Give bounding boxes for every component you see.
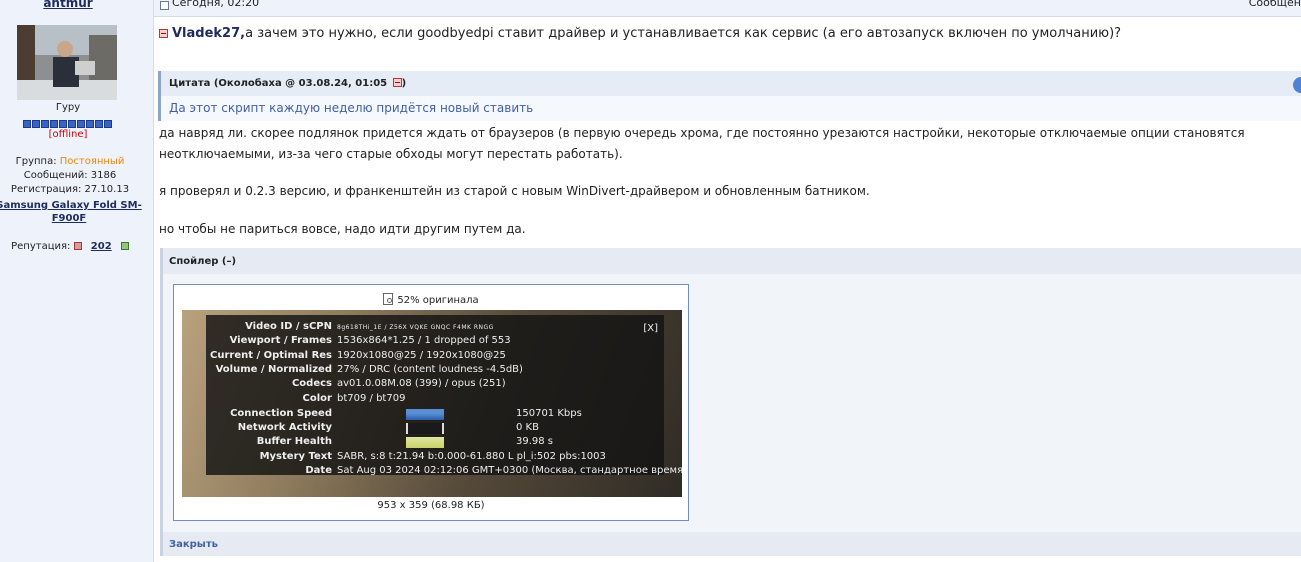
quote-block: Цитата (Околобаха @ 03.08.24, 01:05 ) Да…	[158, 71, 1301, 121]
stats-row: Date Sat Aug 03 2024 02:12:06 GMT+0300 (…	[206, 465, 682, 479]
avatar[interactable]	[17, 25, 117, 100]
post-paragraph-1: да навряд ли. скорее подлянок придется ж…	[159, 126, 1245, 161]
quote-source-icon[interactable]	[392, 78, 402, 87]
stats-label: Video ID / sCPN	[245, 321, 332, 332]
stats-label: Connection Speed	[230, 408, 332, 419]
post-paragraph-2: я проверял и 0.2.3 версию, и франкенштей…	[159, 184, 870, 198]
user-group: Группа: Постоянный	[0, 156, 140, 167]
user-device-link[interactable]: Samsung Galaxy Fold SM-F900F	[0, 199, 144, 225]
rep-minus-icon[interactable]	[73, 242, 82, 250]
rank-bar	[18, 117, 118, 128]
stats-value: 150701 Kbps	[516, 408, 582, 419]
stats-overlay: [X] Video ID / sCPN 8g618THi_1E / Z56X V…	[206, 315, 682, 476]
user-messages: Сообщений: 3186	[23, 170, 117, 181]
stats-row: Codecs av01.0.08M.08 (399) / opus (251)	[206, 378, 664, 392]
user-rank: Гуру	[55, 102, 81, 113]
user-registered: Регистрация: 27.10.13	[10, 184, 130, 195]
stats-row: Current / Optimal Res 1920x1080@25 / 192…	[206, 350, 664, 364]
stats-value: bt709 / bt709	[337, 393, 406, 404]
buffer-health-graph	[406, 437, 444, 448]
spoiler-toggle[interactable]: Спойлер (–)	[163, 248, 1301, 274]
stats-row: Connection Speed 150701 Kbps	[206, 408, 664, 422]
rep-value-link[interactable]: 202	[91, 241, 112, 252]
spoiler-close-link[interactable]: Закрыть	[163, 532, 1301, 556]
post-header: Сегодня, 02:20 Сообщен	[154, 0, 1301, 17]
quote-author: Цитата (Околобаха @ 03.08.24, 01:05	[169, 78, 388, 89]
stats-label: Buffer Health	[256, 436, 332, 447]
stats-label: Current / Optimal Res	[210, 350, 332, 361]
stats-value: 1536x864*1.25 / 1 dropped of 553	[337, 335, 511, 346]
quote-text: Да этот скрипт каждую неделю придётся но…	[158, 96, 1301, 121]
stats-value: 39.98 s	[516, 436, 554, 447]
reply-username[interactable]: Vladek27,	[172, 26, 245, 41]
network-activity-graph	[406, 423, 444, 434]
message-link[interactable]: Сообщен	[1249, 0, 1301, 9]
stats-label: Mystery Text	[259, 451, 332, 462]
post-icon	[160, 1, 169, 10]
stats-row: Network Activity 0 KB	[206, 422, 664, 436]
stats-row: Mystery Text SABR, s:8 t:21.94 b:0.000-6…	[206, 451, 664, 465]
stats-value: av01.0.08M.08 (399) / opus (251)	[337, 378, 506, 389]
image-scale-caption[interactable]: 52% оригинала	[174, 293, 688, 306]
attached-image-box[interactable]: 52% оригинала [X] Video ID / sCPN 8g618T…	[173, 284, 689, 521]
stats-row: Volume / Normalized 27% / DRC (content l…	[206, 364, 664, 378]
quote-header-end: )	[401, 78, 407, 89]
stats-value: 0 KB	[516, 422, 539, 433]
group-value: Постоянный	[59, 156, 125, 167]
stats-row: Viewport / Frames 1536x864*1.25 / 1 drop…	[206, 335, 664, 349]
stats-value: Sat Aug 03 2024 02:12:06 GMT+0300 (Москв…	[337, 465, 682, 476]
reply-arrow-icon[interactable]	[159, 29, 168, 38]
reply-text: а зачем это нужно, если goodbyedpi стави…	[245, 26, 1122, 41]
stats-value: SABR, s:8 t:21.94 b:0.000-61.880 L pl_i:…	[337, 451, 606, 462]
stats-value: 1920x1080@25 / 1920x1080@25	[337, 350, 506, 361]
rep-label: Репутация:	[11, 241, 71, 252]
image-scale-text: 52% оригинала	[397, 295, 479, 306]
stats-label: Color	[302, 393, 332, 404]
group-label: Группа:	[15, 156, 57, 167]
stats-label: Volume / Normalized	[215, 364, 332, 375]
stats-label: Viewport / Frames	[229, 335, 332, 346]
user-panel: antmur Гуру [offline] Группа: Постоянный…	[0, 0, 154, 562]
rep-plus-icon[interactable]	[120, 242, 129, 250]
stats-row: Video ID / sCPN 8g618THi_1E / Z56X VQKE …	[206, 321, 664, 335]
stats-label: Date	[305, 465, 332, 476]
stats-label: Network Activity	[237, 422, 332, 433]
post-paragraph-3: но чтобы не париться вовсе, надо идти др…	[159, 222, 526, 236]
stats-screenshot[interactable]: [X] Video ID / sCPN 8g618THi_1E / Z56X V…	[182, 310, 682, 497]
image-size-caption: 953 x 359 (68.98 КБ)	[377, 500, 485, 511]
reply-line: Vladek27,а зачем это нужно, если goodbye…	[159, 26, 1289, 41]
stats-row: Color bt709 / bt709	[206, 393, 664, 407]
username-link[interactable]: antmur	[0, 0, 136, 10]
post-date: Сегодня, 02:20	[172, 0, 260, 9]
stats-label: Codecs	[291, 378, 332, 389]
quote-header: Цитата (Околобаха @ 03.08.24, 01:05 )	[158, 71, 1301, 96]
reputation: Репутация: 202	[0, 241, 140, 252]
online-status: [offline]	[48, 129, 88, 140]
connection-speed-graph	[406, 409, 444, 420]
zoom-page-icon	[383, 293, 394, 305]
stats-value: 8g618THi_1E / Z56X VQKE GNQC F4MK RNGG	[337, 324, 494, 331]
stats-row: Buffer Health 39.98 s	[206, 436, 664, 450]
stats-value: 27% / DRC (content loudness -4.5dB)	[337, 364, 523, 375]
